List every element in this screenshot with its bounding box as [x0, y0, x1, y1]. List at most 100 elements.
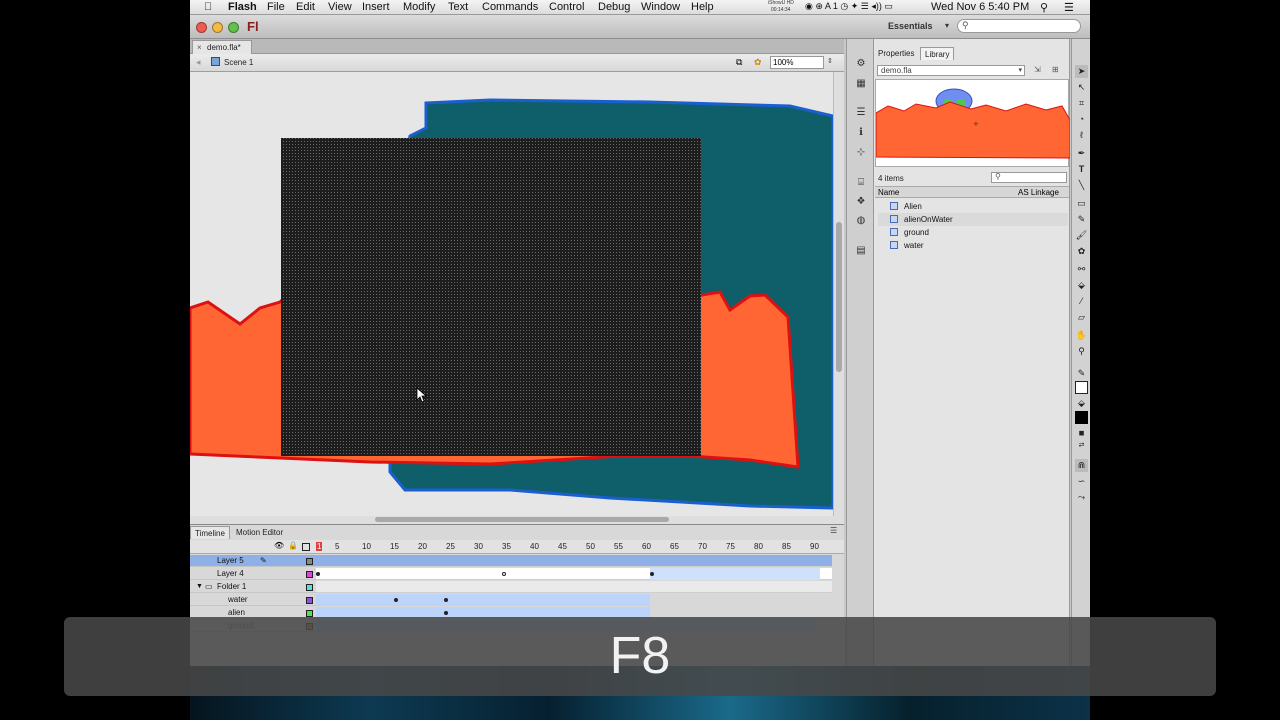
eye-icon[interactable]: 👁: [274, 541, 284, 550]
code-snippets-icon[interactable]: ⌸: [855, 178, 867, 188]
subselection-tool-icon[interactable]: ↖: [1075, 81, 1088, 94]
menu-help[interactable]: Help: [691, 1, 714, 13]
library-item-ground[interactable]: ground: [878, 226, 1068, 239]
menu-insert[interactable]: Insert: [362, 1, 390, 13]
line-tool-icon[interactable]: ╲: [1075, 179, 1088, 192]
tween-span[interactable]: [650, 568, 820, 580]
3d-rotation-tool-icon[interactable]: ◔: [1075, 113, 1088, 126]
layer-color-swatch[interactable]: [306, 597, 313, 604]
paint-bucket-tool-icon[interactable]: ⬙: [1075, 279, 1088, 292]
menu-view[interactable]: View: [328, 1, 352, 13]
library-item-water[interactable]: water: [878, 239, 1068, 252]
document-select[interactable]: demo.fla ▾: [877, 65, 1025, 76]
tab-demo-fla[interactable]: × demo.fla*: [192, 40, 252, 54]
keyframe[interactable]: [394, 598, 398, 602]
menu-modify[interactable]: Modify: [403, 1, 435, 13]
menu-control[interactable]: Control: [549, 1, 584, 13]
layer-color-swatch[interactable]: [306, 610, 313, 617]
color-icon[interactable]: ◍: [855, 216, 867, 226]
free-transform-tool-icon[interactable]: ⌗: [1075, 97, 1088, 110]
minimize-button[interactable]: [212, 22, 223, 33]
menu-file[interactable]: File: [267, 1, 285, 13]
back-arrow-icon[interactable]: ◂: [196, 57, 201, 68]
layer-color-swatch[interactable]: [306, 584, 313, 591]
snap-to-objects-icon[interactable]: ⋒: [1075, 459, 1088, 472]
text-tool-icon[interactable]: T: [1075, 163, 1088, 176]
help-search-input[interactable]: ⚲: [957, 19, 1081, 33]
workspace-switcher[interactable]: Essentials: [888, 21, 933, 31]
zoom-stepper[interactable]: ⇕: [827, 57, 833, 65]
stage[interactable]: [190, 72, 833, 516]
close-button[interactable]: [196, 22, 207, 33]
align-icon[interactable]: ☰: [855, 108, 867, 118]
pen-tool-icon[interactable]: ✒: [1075, 147, 1088, 160]
pin-icon[interactable]: ⇲: [1034, 65, 1041, 74]
vscroll-thumb[interactable]: [836, 222, 842, 372]
frames-folder1[interactable]: [316, 581, 832, 593]
scene-label[interactable]: Scene 1: [224, 58, 253, 67]
layer-row-folder1[interactable]: ▼ ▭ Folder 1: [190, 581, 316, 593]
menu-debug[interactable]: Debug: [598, 1, 630, 13]
history-icon[interactable]: ▦: [855, 79, 867, 89]
stroke-swatch[interactable]: [1075, 381, 1088, 394]
keyframe[interactable]: [316, 572, 320, 576]
close-tab-icon[interactable]: ×: [197, 41, 202, 54]
keyframe[interactable]: [650, 572, 654, 576]
keyframe[interactable]: [444, 598, 448, 602]
stroke-color-icon[interactable]: ✎: [1075, 367, 1088, 380]
lasso-tool-icon[interactable]: ℓ: [1075, 129, 1088, 142]
frame-ruler[interactable]: 1 5 10 15 20 25 30 35 40 45 50 55 60 65 …: [316, 540, 832, 554]
apple-icon[interactable]: : [204, 1, 212, 13]
output-icon[interactable]: ▤: [855, 246, 867, 256]
deco-tool-icon[interactable]: ✿: [1075, 245, 1088, 258]
tab-motion-editor[interactable]: Motion Editor: [232, 526, 287, 539]
notification-icon[interactable]: ☰: [1064, 1, 1074, 14]
outline-icon[interactable]: [302, 543, 310, 551]
fill-swatch[interactable]: [1075, 411, 1088, 424]
library-search-input[interactable]: ⚲: [991, 172, 1067, 183]
zoom-tool-icon[interactable]: ⚲: [1075, 345, 1088, 358]
tab-properties[interactable]: Properties: [874, 47, 918, 60]
lock-icon[interactable]: 🔒: [288, 541, 298, 550]
stage-vertical-scrollbar[interactable]: [833, 72, 844, 516]
eyedropper-tool-icon[interactable]: ⁄: [1075, 295, 1088, 308]
components-icon[interactable]: ❖: [855, 197, 867, 207]
pencil-tool-icon[interactable]: ✎: [1075, 213, 1088, 226]
layer-row-layer5[interactable]: Layer 5 ✎: [190, 555, 316, 567]
edit-symbol-icon[interactable]: ✿: [754, 57, 762, 68]
layer-color-swatch[interactable]: [306, 558, 313, 565]
info-icon[interactable]: ℹ: [855, 128, 867, 138]
spotlight-icon[interactable]: ⚲: [1040, 1, 1048, 14]
playhead[interactable]: 1: [316, 542, 323, 551]
frames-layer5[interactable]: [316, 555, 832, 567]
library-item-alienonwater[interactable]: alienOnWater: [878, 213, 1068, 226]
hscroll-thumb[interactable]: [375, 517, 669, 522]
col-name[interactable]: Name: [878, 187, 899, 198]
panel-menu-icon[interactable]: ☰: [830, 526, 837, 535]
keyframe[interactable]: [502, 572, 506, 576]
zoom-button[interactable]: [228, 22, 239, 33]
frames-layer4[interactable]: [316, 568, 832, 580]
menu-edit[interactable]: Edit: [296, 1, 315, 13]
chevron-down-icon[interactable]: ▾: [945, 21, 949, 30]
menu-clock[interactable]: Wed Nov 6 5:40 PM: [931, 1, 1029, 13]
swap-colors-icon[interactable]: ⇄: [1075, 439, 1088, 452]
fill-color-icon[interactable]: ⬙: [1075, 397, 1088, 410]
brush-tool-icon[interactable]: 🖌: [1075, 229, 1088, 242]
keyframe[interactable]: [444, 611, 448, 615]
hand-tool-icon[interactable]: ✋: [1075, 329, 1088, 342]
menu-commands[interactable]: Commands: [482, 1, 538, 13]
layer-row-water[interactable]: water: [190, 594, 316, 606]
zoom-input[interactable]: 100%: [770, 56, 824, 69]
menu-text[interactable]: Text: [448, 1, 468, 13]
transform-icon[interactable]: ⊹: [855, 148, 867, 158]
menu-window[interactable]: Window: [641, 1, 680, 13]
col-as-linkage[interactable]: AS Linkage: [1018, 187, 1059, 198]
menu-app[interactable]: Flash: [228, 1, 257, 13]
tab-timeline[interactable]: Timeline: [190, 526, 230, 539]
chevron-down-icon[interactable]: ▼: [196, 581, 203, 593]
smooth-icon[interactable]: ∽: [1075, 475, 1088, 488]
rectangle-tool-icon[interactable]: ▭: [1075, 197, 1088, 210]
frames-water[interactable]: [316, 594, 650, 606]
selection-tool-icon[interactable]: ➤: [1075, 65, 1088, 78]
